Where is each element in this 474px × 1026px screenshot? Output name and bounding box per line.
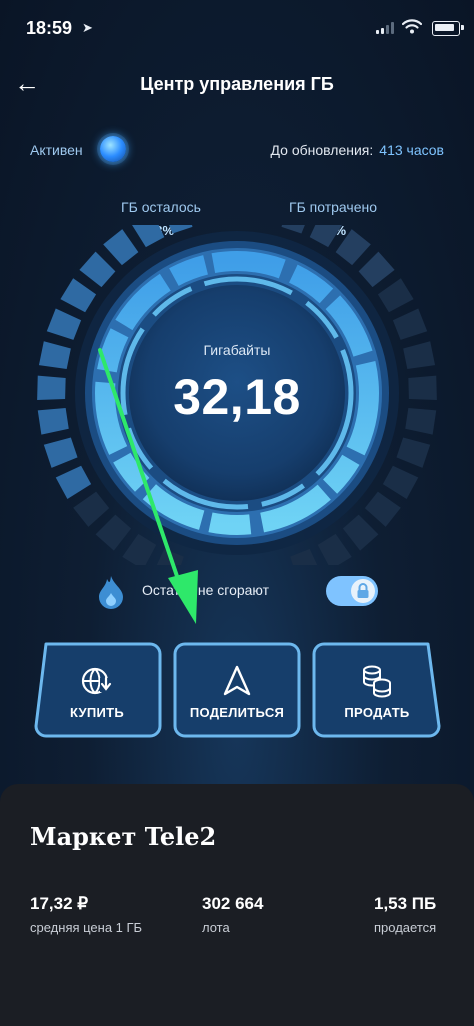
right-scale-tick	[335, 229, 371, 266]
gauge-unit-label: Гигабайты	[203, 342, 271, 358]
market-stat-price: 17,32 ₽ средняя цена 1 ГБ	[30, 894, 142, 935]
gauge-value: 32,18	[173, 369, 301, 425]
left-scale-tick	[95, 514, 132, 551]
status-indicator-icon	[100, 136, 126, 162]
header: ← Центр управления ГБ	[0, 70, 474, 100]
market-stat-lots: 302 664 лота	[202, 894, 263, 935]
right-scale-tick	[317, 533, 352, 565]
market-panel: Маркет Tele2 17,32 ₽ средняя цена 1 ГБ 3…	[0, 784, 474, 1026]
left-scale-tick	[156, 548, 184, 565]
market-stat-value: 302 664	[202, 894, 264, 913]
sell-button[interactable]: ПРОДАТЬ	[312, 640, 442, 738]
right-scale-tick	[364, 491, 401, 527]
status-time: 18:59	[26, 18, 73, 38]
market-title: Маркет Tele2	[30, 822, 217, 851]
left-scale-tick	[46, 308, 82, 340]
status-row: Активен До обновления: 413 часов	[0, 134, 474, 166]
page-title: Центр управления ГБ	[140, 74, 334, 94]
update-label: До обновления:	[270, 142, 374, 158]
market-stat-selling: 1,53 ПБ продается	[374, 894, 436, 935]
sell-label: ПРОДАТЬ	[344, 705, 410, 720]
gb-remaining-title: ГБ осталось	[121, 199, 201, 215]
left-scale-tick	[79, 251, 116, 288]
left-scale-tick	[73, 491, 110, 527]
market-stat-sub: продается	[374, 920, 437, 935]
globe-download-icon	[32, 664, 162, 698]
left-scale-tick	[103, 229, 139, 266]
left-scale-tick	[169, 225, 193, 234]
status-label: Активен	[30, 142, 83, 158]
status-bar: 18:59 ➤	[0, 0, 474, 56]
right-scale-tick	[382, 465, 419, 499]
right-scale-tick	[358, 251, 395, 288]
left-scale-tick	[132, 225, 165, 248]
wifi-icon	[402, 19, 422, 34]
flame-icon	[99, 576, 123, 609]
right-scale-tick	[377, 278, 414, 313]
update-info: До обновления: 413 часов	[271, 142, 444, 158]
right-scale-tick	[309, 225, 342, 248]
burn-toggle[interactable]	[326, 576, 378, 606]
coins-icon	[312, 664, 442, 698]
signal-icon	[376, 22, 394, 34]
update-value: 413 часов	[379, 142, 444, 158]
share-arrow-icon	[172, 664, 302, 698]
left-scale-tick	[122, 533, 157, 565]
gb-spent-title: ГБ потрачено	[289, 199, 377, 215]
market-stat-sub: средняя цена 1 ГБ	[30, 920, 143, 935]
left-scale-tick	[60, 278, 97, 313]
share-button[interactable]: ПОДЕЛИТЬСЯ	[172, 640, 302, 738]
action-buttons: КУПИТЬ ПОДЕЛИТЬСЯ ПРОДАТЬ	[0, 640, 474, 740]
right-scale-tick	[392, 308, 428, 340]
lock-icon	[351, 579, 375, 603]
market-stat-value: 1,53 ПБ	[374, 894, 437, 913]
burn-row: Остатки не сгорают	[0, 572, 474, 609]
right-scale-tick	[290, 548, 318, 565]
right-scale-tick	[281, 225, 305, 234]
share-label: ПОДЕЛИТЬСЯ	[189, 705, 285, 720]
burn-text: Остатки не сгорают	[142, 582, 270, 598]
market-stat-value: 17,32 ₽	[30, 894, 89, 913]
buy-label: КУПИТЬ	[69, 705, 125, 720]
location-icon: ➤	[82, 20, 93, 35]
buy-button[interactable]: КУПИТЬ	[32, 640, 162, 738]
left-scale-tick	[43, 437, 78, 468]
battery-icon	[432, 21, 464, 36]
right-scale-tick	[342, 514, 379, 551]
market-stat-sub: лота	[202, 920, 230, 935]
left-scale-tick	[55, 465, 92, 499]
right-scale-tick	[396, 437, 431, 468]
